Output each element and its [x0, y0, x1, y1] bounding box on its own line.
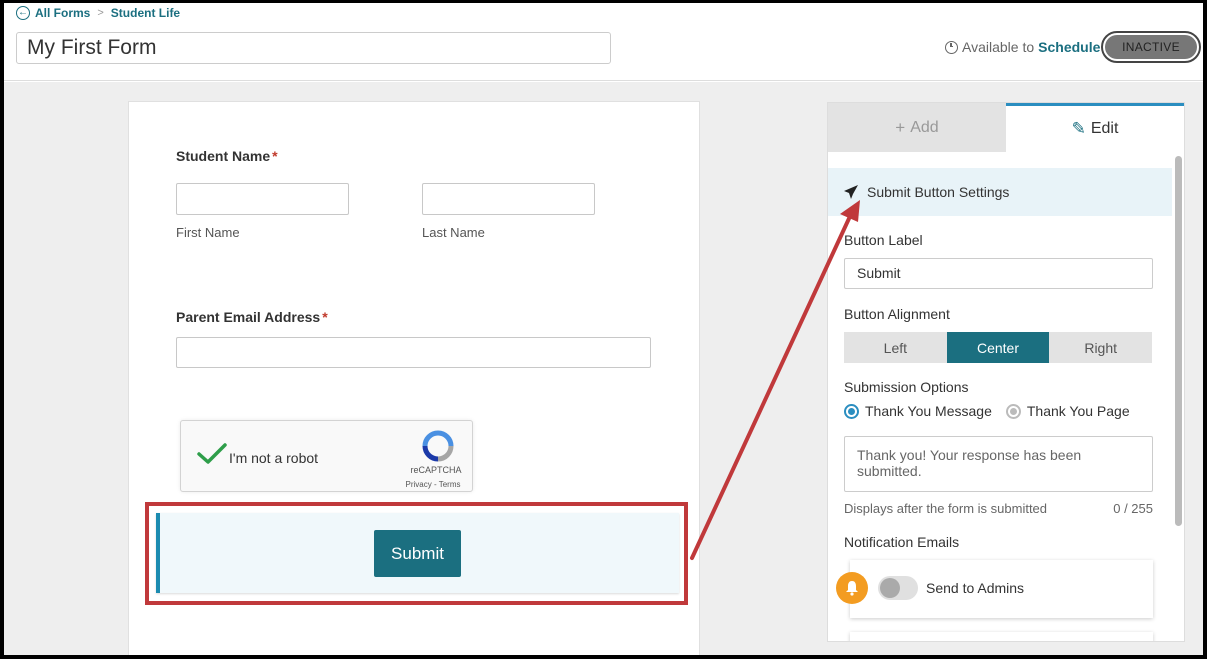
bell-icon [836, 572, 868, 604]
settings-panel: + Add ✎ Edit Submit Button Settings Butt… [827, 102, 1185, 642]
message-hint-text: Displays after the form is submitted [844, 501, 1048, 516]
availability: Available to Schedule [945, 39, 1100, 55]
recaptcha-widget[interactable]: I'm not a robot reCAPTCHA Privacy - Term… [180, 420, 473, 492]
char-counter: 0 / 255 [1113, 501, 1153, 516]
notification-emails-title: Notification Emails [844, 534, 960, 550]
breadcrumb-all-forms[interactable]: All Forms [35, 6, 90, 20]
status-badge: INACTIVE [1105, 35, 1197, 59]
thank-you-message-textarea[interactable]: Thank you! Your response has been submit… [844, 436, 1153, 492]
radio-thank-you-page[interactable] [1005, 403, 1021, 419]
section-header: Submit Button Settings [828, 168, 1172, 216]
scrollbar-thumb[interactable] [1175, 156, 1182, 526]
tab-edit[interactable]: ✎ Edit [1006, 103, 1184, 152]
last-name-input[interactable] [422, 183, 595, 215]
align-center-button[interactable]: Center [946, 332, 1050, 363]
breadcrumb-current[interactable]: Student Life [111, 6, 180, 20]
send-to-admins-label: Send to Admins [926, 580, 1025, 596]
workspace: Student Name * First Name Last Name Paren… [4, 82, 1203, 655]
alignment-segmented-control: Left Center Right [844, 332, 1153, 363]
captcha-label: I'm not a robot [229, 450, 319, 466]
button-alignment-title: Button Alignment [844, 306, 950, 322]
recaptcha-logo-icon [422, 430, 454, 462]
status-toggle-button[interactable]: INACTIVE [1101, 31, 1201, 63]
panel-scrollbar[interactable] [1172, 152, 1184, 641]
clock-icon [945, 40, 958, 54]
schedule-link[interactable]: Schedule [1038, 39, 1100, 55]
plus-icon: + [895, 117, 906, 137]
captcha-terms[interactable]: Privacy - Terms [393, 480, 473, 489]
form-title-input[interactable]: My First Form [16, 32, 611, 64]
last-name-sublabel: Last Name [422, 225, 485, 240]
captcha-brand: reCAPTCHA [410, 465, 462, 475]
send-to-admins-card: Send to Admins [850, 560, 1153, 618]
back-arrow-icon[interactable]: ← [16, 6, 30, 20]
tab-edit-label: Edit [1090, 120, 1119, 137]
radio-thank-you-message-label[interactable]: Thank You Message [865, 403, 992, 419]
paper-plane-icon [844, 185, 858, 199]
send-to-admins-toggle[interactable] [878, 576, 918, 600]
submission-radio-group: Thank You Message Thank You Page [844, 403, 1130, 419]
breadcrumb: ← All Forms > Student Life [16, 6, 180, 20]
toggle-knob [880, 578, 900, 598]
panel-body: Submit Button Settings Button Label Subm… [828, 152, 1172, 641]
breadcrumb-separator: > [97, 7, 104, 19]
form-header: ← All Forms > Student Life My First Form… [4, 3, 1203, 81]
button-label-title: Button Label [844, 232, 923, 248]
submit-button-zone[interactable]: Submit [156, 513, 679, 593]
form-preview: Student Name * First Name Last Name Paren… [128, 101, 700, 655]
message-hint: Displays after the form is submitted 0 /… [844, 501, 1153, 516]
radio-thank-you-page-label[interactable]: Thank You Page [1027, 403, 1130, 419]
availability-prefix: Available to [962, 39, 1035, 55]
bell-glyph-icon [846, 581, 858, 596]
checkmark-icon [197, 443, 227, 464]
align-right-button[interactable]: Right [1049, 332, 1153, 363]
required-mark: * [322, 309, 328, 325]
required-mark: * [272, 148, 278, 164]
panel-tabs: + Add ✎ Edit [828, 103, 1184, 152]
align-left-button[interactable]: Left [844, 332, 947, 363]
first-name-input[interactable] [176, 183, 349, 215]
notification-card-next [850, 632, 1153, 641]
tab-add[interactable]: + Add [828, 103, 1006, 152]
pencil-icon: ✎ [1071, 119, 1086, 138]
section-title: Submit Button Settings [867, 184, 1010, 200]
submission-options-title: Submission Options [844, 379, 969, 395]
student-name-label-text: Student Name [176, 148, 271, 164]
parent-email-input[interactable] [176, 337, 651, 368]
radio-thank-you-message[interactable] [844, 403, 859, 419]
student-name-label: Student Name * [176, 148, 278, 164]
first-name-sublabel: First Name [176, 225, 240, 240]
parent-email-label-text: Parent Email Address [176, 309, 321, 325]
parent-email-label: Parent Email Address * [176, 309, 328, 325]
submit-highlight-box: Submit [145, 502, 688, 605]
submit-button[interactable]: Submit [374, 530, 461, 577]
tab-add-label: Add [910, 118, 939, 136]
button-label-input[interactable]: Submit [844, 258, 1153, 289]
app-frame: ← All Forms > Student Life My First Form… [4, 3, 1203, 655]
